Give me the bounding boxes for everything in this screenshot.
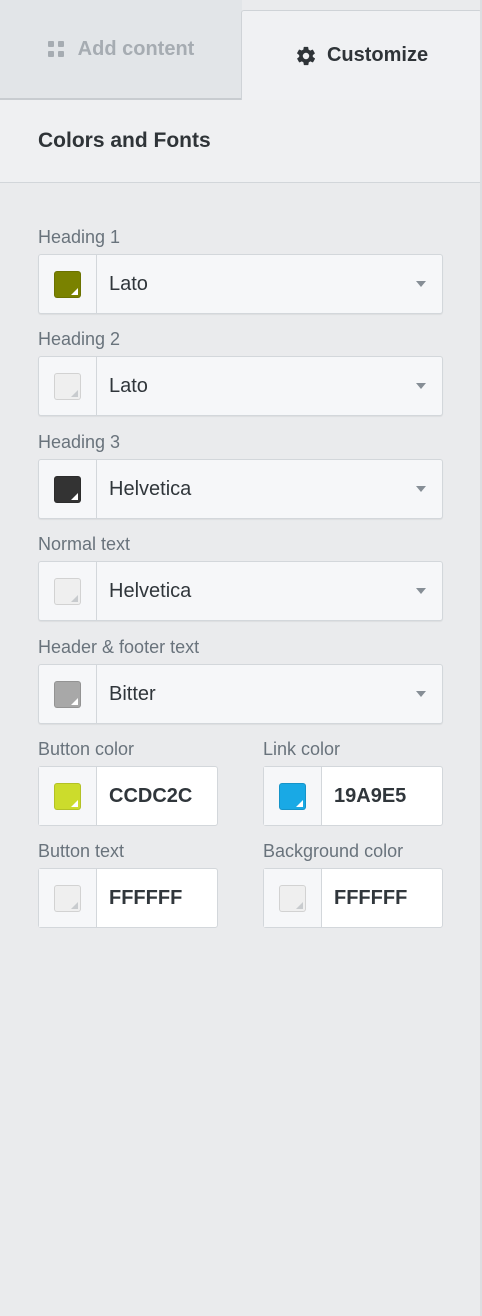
button-text-label: Button text — [38, 841, 125, 861]
customize-panel: Add content Customize Colors and Fonts H… — [0, 0, 482, 1316]
heading-1-label: Heading 1 — [38, 227, 121, 247]
button-color-input[interactable] — [97, 767, 217, 825]
grid-icon — [47, 41, 64, 57]
heading-3-field: Helvetica — [38, 459, 443, 519]
caret-down-icon — [416, 486, 426, 492]
header-footer-text-label: Header & footer text — [38, 637, 200, 657]
heading-1-font-select[interactable]: Lato — [97, 255, 442, 313]
link-color-input[interactable] — [322, 767, 442, 825]
caret-down-icon — [416, 281, 426, 287]
heading-2-font-value: Lato — [109, 374, 148, 397]
header-footer-color-picker[interactable] — [39, 665, 97, 723]
link-color-label: Link color — [263, 739, 341, 759]
background-color-label: Background color — [263, 841, 404, 861]
button-text-input[interactable] — [97, 869, 217, 927]
heading-2-font-select[interactable]: Lato — [97, 357, 442, 415]
heading-2-color-picker[interactable] — [39, 357, 97, 415]
color-swatch-icon — [54, 782, 81, 810]
header-footer-text-field: Bitter — [38, 664, 443, 724]
heading-3-font-value: Helvetica — [109, 477, 192, 500]
tab-add-content-label: Add content — [77, 37, 195, 60]
caret-down-icon — [416, 691, 426, 697]
heading-3-color-picker[interactable] — [39, 460, 97, 518]
normal-text-field: Helvetica — [38, 561, 443, 621]
button-color-label: Button color — [38, 739, 135, 759]
tab-customize[interactable]: Customize — [241, 10, 482, 100]
background-color-field — [263, 868, 443, 928]
color-swatch-icon — [54, 577, 81, 605]
heading-2-field: Lato — [38, 356, 443, 416]
heading-2-label: Heading 2 — [38, 329, 121, 349]
link-color-picker[interactable] — [264, 767, 322, 825]
gear-icon — [295, 45, 317, 67]
header-footer-font-select[interactable]: Bitter — [97, 665, 442, 723]
heading-3-label: Heading 3 — [38, 432, 121, 452]
color-swatch-icon — [54, 372, 81, 400]
caret-down-icon — [416, 588, 426, 594]
normal-text-font-select[interactable]: Helvetica — [97, 562, 442, 620]
header-footer-font-value: Bitter — [109, 682, 156, 705]
background-color-picker[interactable] — [264, 869, 322, 927]
heading-1-field: Lato — [38, 254, 443, 314]
tab-add-content[interactable]: Add content — [0, 0, 242, 100]
color-swatch-icon — [279, 884, 306, 912]
link-color-field — [263, 766, 443, 826]
normal-text-color-picker[interactable] — [39, 562, 97, 620]
section-title: Colors and Fonts — [38, 129, 211, 152]
color-swatch-icon — [54, 475, 81, 503]
heading-3-font-select[interactable]: Helvetica — [97, 460, 442, 518]
button-color-field — [38, 766, 218, 826]
tab-bar: Add content Customize — [0, 0, 482, 100]
normal-text-label: Normal text — [38, 534, 131, 554]
normal-text-font-value: Helvetica — [109, 579, 192, 602]
button-text-field — [38, 868, 218, 928]
section-header: Colors and Fonts — [0, 100, 482, 183]
caret-down-icon — [416, 383, 426, 389]
tab-customize-label: Customize — [326, 44, 429, 66]
heading-1-font-value: Lato — [109, 272, 148, 295]
color-swatch-icon — [54, 680, 81, 708]
button-text-color-picker[interactable] — [39, 869, 97, 927]
background-color-input[interactable] — [322, 869, 442, 927]
color-swatch-icon — [279, 782, 306, 810]
color-swatch-icon — [54, 884, 81, 912]
color-swatch-icon — [54, 270, 81, 298]
heading-1-color-picker[interactable] — [39, 255, 97, 313]
button-color-picker[interactable] — [39, 767, 97, 825]
